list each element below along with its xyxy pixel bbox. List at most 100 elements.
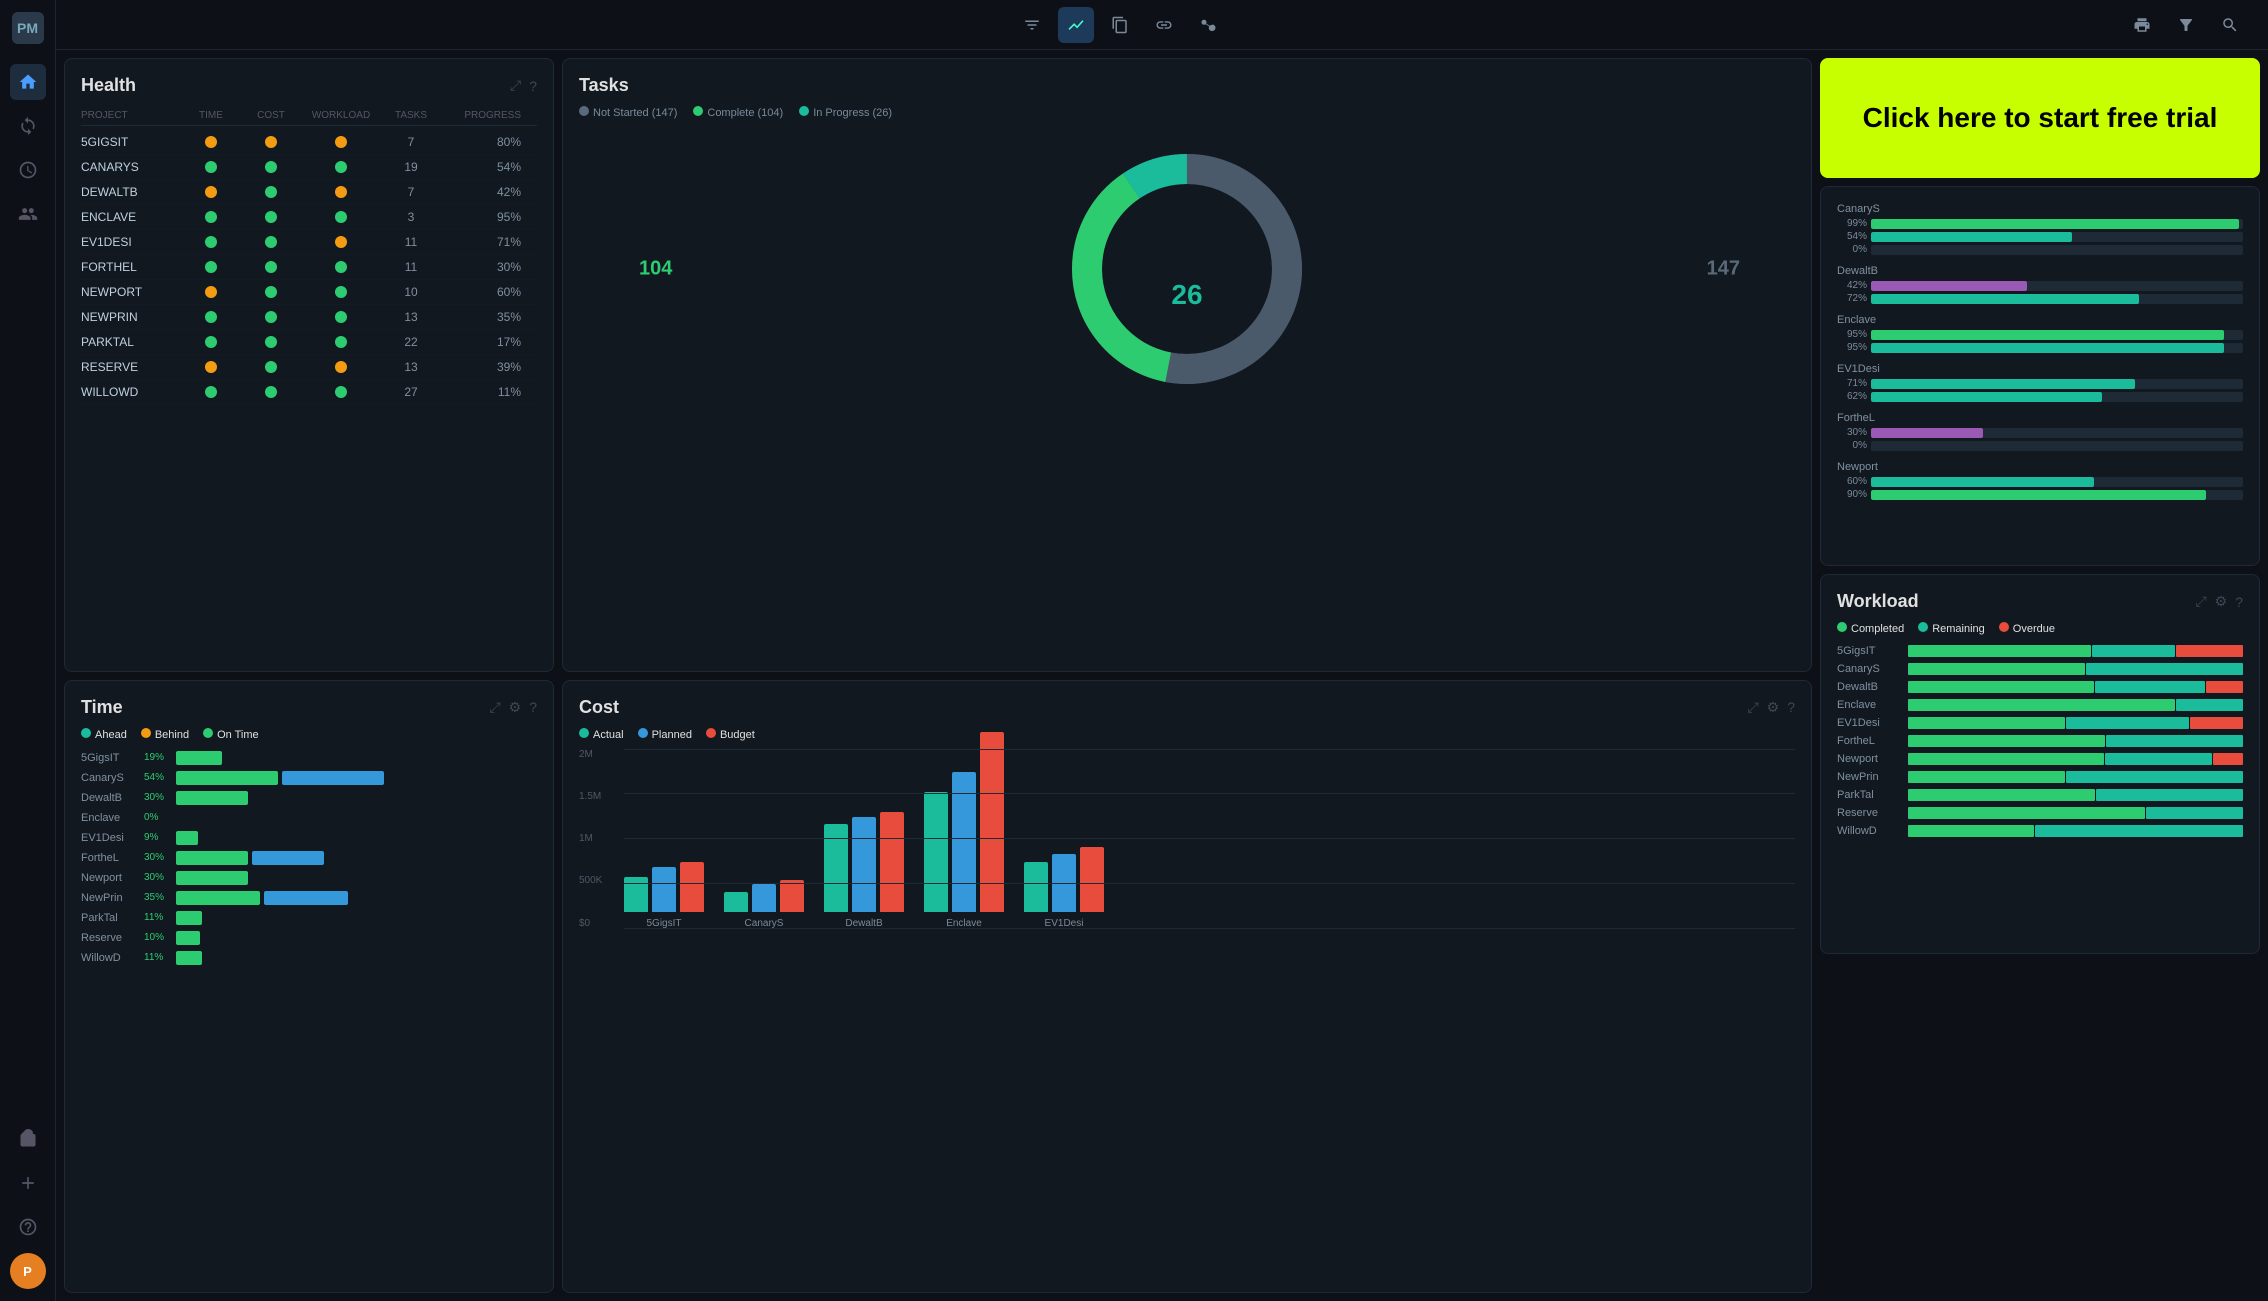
topbar-filter-btn[interactable] <box>2168 7 2204 43</box>
sidebar-item-help[interactable] <box>10 1209 46 1245</box>
donut-svg: 26 <box>1057 139 1317 399</box>
workload-panel: Workload ⤢ ⚙ ? Completed Remaining Overd… <box>1820 574 2260 954</box>
sidebar-item-briefcase[interactable] <box>10 1121 46 1157</box>
right-column: Click here to start free trial CanaryS 9… <box>1820 58 2260 1293</box>
workload-row: 5GigsIT <box>1837 645 2243 657</box>
time-row: Newport 30% <box>81 871 537 885</box>
content-grid: Health ⤢ ? PROJECT TIME COST WORKLOAD TA… <box>56 50 2268 1301</box>
time-row: FortheL 30% <box>81 851 537 865</box>
tasks-title: Tasks <box>579 75 629 96</box>
help-icon[interactable]: ? <box>529 78 537 94</box>
table-row: ENCLAVE 3 95% <box>81 205 537 230</box>
health-actions: ⤢ ? <box>510 77 537 94</box>
svg-text:26: 26 <box>1171 279 1202 310</box>
progress-row: Enclave 95% 95% <box>1837 314 2243 353</box>
help-icon[interactable]: ? <box>2235 594 2243 610</box>
bar-group: 5GigsIT <box>624 732 704 929</box>
table-row: PARKTAL 22 17% <box>81 330 537 355</box>
table-row: WILLOWD 27 11% <box>81 380 537 405</box>
topbar-btn-branch[interactable] <box>1190 7 1226 43</box>
gear-icon[interactable]: ⚙ <box>2215 593 2228 610</box>
time-row: Reserve 10% <box>81 931 537 945</box>
help-icon[interactable]: ? <box>529 699 537 715</box>
table-row: DEWALTB 7 42% <box>81 180 537 205</box>
progress-row: FortheL 30% 0% <box>1837 412 2243 451</box>
legend-in-progress: In Progress (26) <box>799 106 892 119</box>
cost-header: Cost ⤢ ⚙ ? <box>579 697 1795 718</box>
expand-icon[interactable]: ⤢ <box>510 77 521 94</box>
sidebar-item-add[interactable] <box>10 1165 46 1201</box>
time-row: EV1Desi 9% <box>81 831 537 845</box>
time-chart: 5GigsIT 19% CanaryS 54% DewaltB 30% Encl… <box>81 751 537 965</box>
workload-legend: Completed Remaining Overdue <box>1837 622 2243 635</box>
legend-complete: Complete (104) <box>693 106 783 119</box>
time-row: DewaltB 30% <box>81 791 537 805</box>
table-row: RESERVE 13 39% <box>81 355 537 380</box>
expand-icon[interactable]: ⤢ <box>2195 593 2206 610</box>
cost-title: Cost <box>579 697 619 718</box>
cta-banner[interactable]: Click here to start free trial <box>1820 58 2260 178</box>
bar-group: CanaryS <box>724 732 804 929</box>
workload-row: Reserve <box>1837 807 2243 819</box>
cost-chart: 2M1.5M1M500K$0 5GigsIT CanaryS DewaltB <box>579 749 1795 989</box>
sidebar: PM P <box>0 0 56 1301</box>
cost-panel: Cost ⤢ ⚙ ? Actual Planned Budget 2M1.5M1… <box>562 680 1812 1294</box>
tasks-header: Tasks <box>579 75 1795 96</box>
health-rows: 5GIGSIT 7 80% CANARYS 19 54% DEWALTB 7 4… <box>81 130 537 405</box>
workload-row: NewPrin <box>1837 771 2243 783</box>
sidebar-item-home[interactable] <box>10 64 46 100</box>
health-title: Health <box>81 75 136 96</box>
table-row: NEWPRIN 13 35% <box>81 305 537 330</box>
time-header: Time ⤢ ⚙ ? <box>81 697 537 718</box>
help-icon[interactable]: ? <box>1787 699 1795 715</box>
table-row: FORTHEL 11 30% <box>81 255 537 280</box>
time-row: Enclave 0% <box>81 811 537 825</box>
topbar-btn-copy[interactable] <box>1102 7 1138 43</box>
topbar-search-btn[interactable] <box>2212 7 2248 43</box>
gear-icon[interactable]: ⚙ <box>509 699 522 716</box>
not-started-label: 147 <box>1707 258 1740 281</box>
workload-row: ParkTal <box>1837 789 2243 801</box>
gear-icon[interactable]: ⚙ <box>1767 699 1780 716</box>
time-row: CanaryS 54% <box>81 771 537 785</box>
sidebar-item-avatar[interactable]: P <box>10 1253 46 1289</box>
workload-row: Enclave <box>1837 699 2243 711</box>
donut-chart: 26 104 147 <box>579 129 1795 409</box>
topbar-btn-link[interactable] <box>1146 7 1182 43</box>
time-panel: Time ⤢ ⚙ ? Ahead Behind On Time 5GigsIT … <box>64 680 554 1294</box>
expand-icon[interactable]: ⤢ <box>1747 699 1758 716</box>
app-container: PM P <box>0 0 2268 1301</box>
topbar-btn-filter[interactable] <box>1014 7 1050 43</box>
table-row: 5GIGSIT 7 80% <box>81 130 537 155</box>
topbar-center <box>1014 7 1226 43</box>
topbar-right <box>2124 7 2248 43</box>
health-panel-header: Health ⤢ ? <box>81 75 537 96</box>
topbar-btn-chart[interactable] <box>1058 7 1094 43</box>
main-area: Health ⤢ ? PROJECT TIME COST WORKLOAD TA… <box>56 0 2268 1301</box>
cost-actions: ⤢ ⚙ ? <box>1747 699 1795 716</box>
table-row: CANARYS 19 54% <box>81 155 537 180</box>
progress-row: DewaltB 42% 72% <box>1837 265 2243 304</box>
tasks-legend: Not Started (147) Complete (104) In Prog… <box>579 106 1795 119</box>
topbar-print-btn[interactable] <box>2124 7 2160 43</box>
legend-actual: Actual <box>579 728 624 741</box>
legend-not-started: Not Started (147) <box>579 106 677 119</box>
legend-behind: Behind <box>141 728 189 741</box>
y-axis: 2M1.5M1M500K$0 <box>579 749 602 929</box>
cta-text[interactable]: Click here to start free trial <box>1847 85 2234 151</box>
sidebar-item-people[interactable] <box>10 196 46 232</box>
progress-row: EV1Desi 71% 62% <box>1837 363 2243 402</box>
workload-row: CanaryS <box>1837 663 2243 675</box>
health-table: PROJECT TIME COST WORKLOAD TASKS PROGRES… <box>81 106 537 405</box>
topbar <box>56 0 2268 50</box>
workload-row: EV1Desi <box>1837 717 2243 729</box>
sidebar-item-refresh[interactable] <box>10 108 46 144</box>
bar-group: EV1Desi <box>1024 732 1104 929</box>
expand-icon[interactable]: ⤢ <box>489 699 500 716</box>
workload-header: Workload ⤢ ⚙ ? <box>1837 591 2243 612</box>
tasks-panel: Tasks Not Started (147) Complete (104) I… <box>562 58 1812 672</box>
sidebar-logo[interactable]: PM <box>12 12 44 44</box>
workload-row: DewaltB <box>1837 681 2243 693</box>
sidebar-item-clock[interactable] <box>10 152 46 188</box>
workload-row: Newport <box>1837 753 2243 765</box>
